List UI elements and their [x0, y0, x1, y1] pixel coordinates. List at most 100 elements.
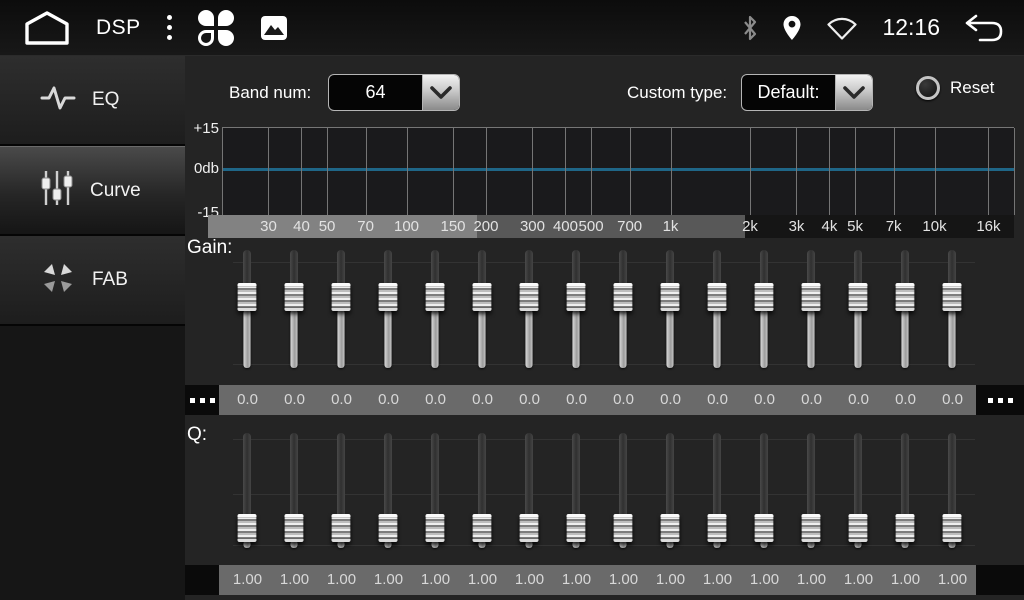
home-icon[interactable]	[24, 10, 70, 46]
q-slider-12[interactable]	[740, 428, 787, 560]
q-slider-3[interactable]	[317, 428, 364, 560]
q-slider-4[interactable]	[364, 428, 411, 560]
gain-slider-15[interactable]	[881, 245, 928, 380]
gain-slider-10[interactable]	[646, 245, 693, 380]
grid-line	[894, 128, 895, 215]
q-slider-2[interactable]	[270, 428, 317, 560]
slider-knob[interactable]	[754, 514, 773, 542]
q-slider-8[interactable]	[552, 428, 599, 560]
gain-slider-7[interactable]	[505, 245, 552, 380]
slider-knob[interactable]	[472, 514, 491, 542]
freq-tick-label: 50	[319, 215, 336, 238]
gain-slider-14[interactable]	[834, 245, 881, 380]
band-num-select[interactable]: 64	[328, 74, 460, 111]
q-slider-6[interactable]	[458, 428, 505, 560]
slider-track-lower	[760, 541, 767, 548]
sidebar-item-fab[interactable]: FAB	[0, 236, 185, 326]
gain-slider-12[interactable]	[740, 245, 787, 380]
slider-knob[interactable]	[378, 514, 397, 542]
slider-knob[interactable]	[331, 283, 350, 311]
grid-line	[591, 128, 592, 215]
gain-slider-5[interactable]	[411, 245, 458, 380]
slider-knob[interactable]	[472, 283, 491, 311]
slider-knob[interactable]	[519, 514, 538, 542]
band-num-value: 64	[329, 75, 422, 110]
gain-slider-3[interactable]	[317, 245, 364, 380]
sidebar-item-eq[interactable]: EQ	[0, 56, 185, 146]
gain-slider-1[interactable]	[223, 245, 270, 380]
sidebar-nav: EQCurveFAB	[0, 56, 185, 600]
slider-knob[interactable]	[425, 514, 444, 542]
gain-slider-13[interactable]	[787, 245, 834, 380]
q-slider-14[interactable]	[834, 428, 881, 560]
slider-knob[interactable]	[895, 514, 914, 542]
gain-slider-8[interactable]	[552, 245, 599, 380]
q-slider-10[interactable]	[646, 428, 693, 560]
slider-knob[interactable]	[707, 514, 726, 542]
gain-overflow-left-button[interactable]	[185, 385, 219, 415]
slider-knob[interactable]	[237, 283, 256, 311]
slider-knob[interactable]	[613, 283, 632, 311]
gain-slider-11[interactable]	[693, 245, 740, 380]
slider-track-lower	[807, 541, 814, 548]
gain-slider-2[interactable]	[270, 245, 317, 380]
eq-wave-icon	[40, 83, 76, 118]
gain-slider-4[interactable]	[364, 245, 411, 380]
slider-knob[interactable]	[284, 283, 303, 311]
gain-slider-16[interactable]	[928, 245, 975, 380]
q-slider-15[interactable]	[881, 428, 928, 560]
freq-tick-label: 16k	[976, 215, 1000, 238]
reset-button[interactable]: Reset	[916, 76, 994, 100]
slider-knob[interactable]	[754, 283, 773, 311]
q-slider-9[interactable]	[599, 428, 646, 560]
q-slider-7[interactable]	[505, 428, 552, 560]
slider-knob[interactable]	[848, 514, 867, 542]
eq-curve-plot[interactable]	[222, 127, 1014, 215]
slider-knob[interactable]	[613, 514, 632, 542]
gain-slider-bank	[223, 245, 975, 380]
custom-type-value: Default:	[742, 75, 835, 110]
slider-knob[interactable]	[425, 283, 444, 311]
custom-type-label: Custom type:	[627, 83, 727, 103]
slider-knob[interactable]	[801, 514, 820, 542]
slider-knob[interactable]	[707, 283, 726, 311]
slider-track-lower	[384, 310, 391, 368]
freq-tick-label: 100	[394, 215, 419, 238]
slider-knob[interactable]	[942, 514, 961, 542]
q-slider-5[interactable]	[411, 428, 458, 560]
slider-track-lower	[807, 310, 814, 368]
slider-knob[interactable]	[848, 283, 867, 311]
slider-knob[interactable]	[331, 514, 350, 542]
freq-tick-label: 3k	[789, 215, 805, 238]
slider-knob[interactable]	[284, 514, 303, 542]
gain-overflow-right-button[interactable]	[976, 385, 1024, 415]
slider-knob[interactable]	[660, 514, 679, 542]
chevron-down-icon	[835, 75, 872, 110]
slider-knob[interactable]	[801, 283, 820, 311]
q-slider-13[interactable]	[787, 428, 834, 560]
custom-type-select[interactable]: Default:	[741, 74, 873, 111]
back-icon[interactable]	[964, 14, 1004, 42]
gallery-icon[interactable]	[260, 15, 288, 41]
q-slider-16[interactable]	[928, 428, 975, 560]
reset-radio-icon	[916, 76, 940, 100]
q-value-16: 1.00	[929, 565, 976, 595]
q-overflow-left[interactable]	[185, 565, 219, 595]
q-overflow-right[interactable]	[976, 565, 1024, 595]
slider-knob[interactable]	[378, 283, 397, 311]
slider-knob[interactable]	[566, 514, 585, 542]
sidebar-item-curve[interactable]: Curve	[0, 146, 185, 236]
q-slider-11[interactable]	[693, 428, 740, 560]
slider-knob[interactable]	[660, 283, 679, 311]
freq-tick-label: 150	[441, 215, 466, 238]
gain-slider-9[interactable]	[599, 245, 646, 380]
slider-knob[interactable]	[237, 514, 256, 542]
slider-knob[interactable]	[519, 283, 538, 311]
apps-clover-icon[interactable]	[198, 10, 234, 46]
slider-knob[interactable]	[895, 283, 914, 311]
slider-knob[interactable]	[942, 283, 961, 311]
slider-knob[interactable]	[566, 283, 585, 311]
overflow-menu-icon[interactable]	[167, 15, 172, 40]
q-slider-1[interactable]	[223, 428, 270, 560]
gain-slider-6[interactable]	[458, 245, 505, 380]
